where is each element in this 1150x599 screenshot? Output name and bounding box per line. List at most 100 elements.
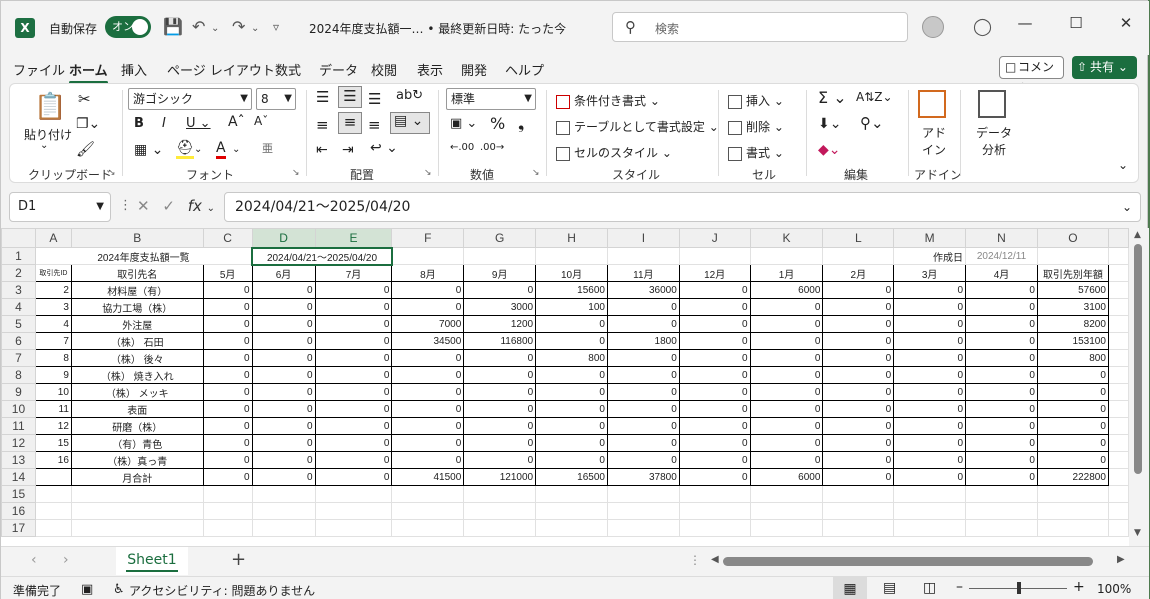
column-header[interactable]: C [202, 228, 253, 248]
amount-cell[interactable]: 0 [822, 417, 895, 435]
empty-cell[interactable] [822, 485, 895, 503]
amount-cell[interactable]: 0 [202, 332, 253, 350]
conditional-format-button[interactable]: 条件付き書式 ⌄ [556, 92, 660, 109]
decrease-indent-icon[interactable]: ⇤ [316, 142, 328, 158]
amount-cell[interactable]: 0 [678, 315, 751, 333]
decrease-decimal-icon[interactable]: .00→ [480, 142, 504, 153]
row-header[interactable]: 9 [1, 383, 36, 401]
amount-cell[interactable]: 0 [606, 400, 680, 418]
total-cell[interactable]: 0 [314, 468, 393, 486]
increase-decimal-icon[interactable]: ←.00 [450, 142, 474, 153]
row-header[interactable]: 14 [1, 468, 36, 486]
amount-cell[interactable]: 0 [251, 417, 316, 435]
amount-cell[interactable]: 0 [535, 400, 608, 418]
empty-cell[interactable] [749, 247, 824, 265]
row-header[interactable]: 11 [1, 417, 36, 435]
empty-cell[interactable] [463, 247, 537, 265]
amount-cell[interactable]: 0 [202, 298, 253, 316]
horizontal-scroll-thumb[interactable] [723, 557, 1093, 566]
amount-cell[interactable]: 0 [463, 451, 537, 469]
amount-cell[interactable]: 0 [606, 298, 680, 316]
name-box[interactable]: D1 ▼ [9, 192, 111, 222]
amount-cell[interactable]: 0 [202, 400, 253, 418]
close-icon[interactable]: ✕ [1111, 14, 1141, 32]
border-icon[interactable]: ▦ ⌄ [134, 142, 163, 158]
increase-font-icon[interactable]: Aˆ [228, 114, 245, 130]
amount-cell[interactable]: 0 [463, 281, 537, 299]
amount-cell[interactable]: 0 [965, 281, 1038, 299]
comment-button[interactable]: □コメント [999, 56, 1064, 95]
amount-cell[interactable]: 800 [535, 349, 608, 367]
amount-cell[interactable]: 0 [678, 298, 751, 316]
row-header[interactable]: 2 [1, 264, 36, 282]
increase-indent-icon[interactable]: ⇥ [342, 142, 354, 158]
total-cell[interactable]: 月合計 [70, 468, 204, 486]
column-header[interactable]: O [1036, 228, 1109, 248]
ribbon-collapse-icon[interactable]: ⌄ [1118, 158, 1128, 172]
amount-cell[interactable]: 0 [965, 451, 1038, 469]
vendor-name-cell[interactable]: （株） 石田 [70, 332, 204, 350]
amount-cell[interactable]: 0 [202, 315, 253, 333]
vendor-id-cell[interactable]: 7 [34, 332, 72, 350]
amount-cell[interactable]: 0 [965, 383, 1038, 401]
font-color-icon[interactable]: A [216, 140, 226, 159]
column-header[interactable]: F [391, 228, 465, 248]
empty-cell[interactable] [463, 502, 537, 520]
amount-cell[interactable]: 0 [314, 298, 393, 316]
amount-cell[interactable]: 0 [893, 400, 967, 418]
amount-cell[interactable]: 0 [893, 332, 967, 350]
tab-sheet1[interactable]: Sheet1 [116, 547, 188, 575]
font-name-select[interactable]: 游ゴシック ▼ [128, 88, 252, 110]
menu-formulas[interactable]: 数式 [275, 60, 301, 79]
amount-cell[interactable]: 0 [535, 451, 608, 469]
vendor-name-cell[interactable]: （株）真っ青 [70, 451, 204, 469]
table-header-cell[interactable]: 8月 [391, 264, 465, 282]
wrap-text-icon[interactable]: ↩ ⌄ [370, 140, 398, 156]
empty-cell[interactable] [535, 502, 608, 520]
undo-dropdown-icon[interactable]: ⌄ [211, 23, 219, 34]
align-top-icon[interactable]: ☰ [316, 88, 329, 106]
align-center-icon[interactable]: ≡ [338, 112, 362, 134]
amount-cell[interactable]: 0 [678, 451, 751, 469]
row-header[interactable]: 1 [1, 247, 36, 265]
zoom-out-icon[interactable]: – [956, 579, 963, 595]
amount-cell[interactable]: 0 [251, 332, 316, 350]
vendor-id-cell[interactable]: 3 [34, 298, 72, 316]
amount-cell[interactable]: 0 [893, 366, 967, 384]
column-header[interactable]: N [965, 228, 1038, 248]
amount-cell[interactable]: 800 [1036, 349, 1109, 367]
row-header[interactable]: 15 [1, 485, 36, 503]
italic-icon[interactable]: I [162, 116, 166, 131]
amount-cell[interactable]: 0 [1036, 383, 1109, 401]
decrease-font-icon[interactable]: Aˇ [254, 114, 268, 128]
amount-cell[interactable]: 0 [749, 383, 824, 401]
chevron-down-icon[interactable]: ⌄ [207, 203, 215, 214]
amount-cell[interactable]: 0 [893, 383, 967, 401]
underline-icon[interactable]: U ⌄ [186, 116, 211, 131]
amount-cell[interactable]: 0 [314, 349, 393, 367]
menu-developer[interactable]: 開発 [461, 60, 487, 79]
page-break-view-icon[interactable]: ◫ [923, 580, 936, 596]
table-header-cell[interactable]: 4月 [965, 264, 1038, 282]
amount-cell[interactable]: 0 [463, 349, 537, 367]
vendor-id-cell[interactable]: 4 [34, 315, 72, 333]
amount-cell[interactable]: 0 [822, 366, 895, 384]
clear-icon[interactable]: ◆⌄ [818, 142, 841, 158]
undo-icon[interactable]: ↶ [192, 17, 205, 36]
search-box[interactable]: ⚲ 検索 [612, 12, 908, 42]
expand-formula-icon[interactable]: ⌄ [1122, 193, 1132, 221]
column-header[interactable]: B [70, 228, 204, 248]
amount-cell[interactable]: 0 [965, 434, 1038, 452]
amount-cell[interactable]: 0 [202, 366, 253, 384]
column-header[interactable]: D [251, 228, 316, 249]
scroll-left-icon[interactable]: ◀ [711, 554, 719, 565]
total-cell[interactable]: 0 [822, 468, 895, 486]
vendor-name-cell[interactable]: （株） 後々 [70, 349, 204, 367]
empty-cell[interactable] [822, 502, 895, 520]
empty-cell[interactable] [678, 247, 751, 265]
empty-cell[interactable] [34, 502, 72, 520]
empty-cell[interactable] [202, 502, 253, 520]
empty-cell[interactable] [822, 519, 895, 537]
empty-cell[interactable] [749, 485, 824, 503]
empty-cell[interactable] [202, 519, 253, 537]
